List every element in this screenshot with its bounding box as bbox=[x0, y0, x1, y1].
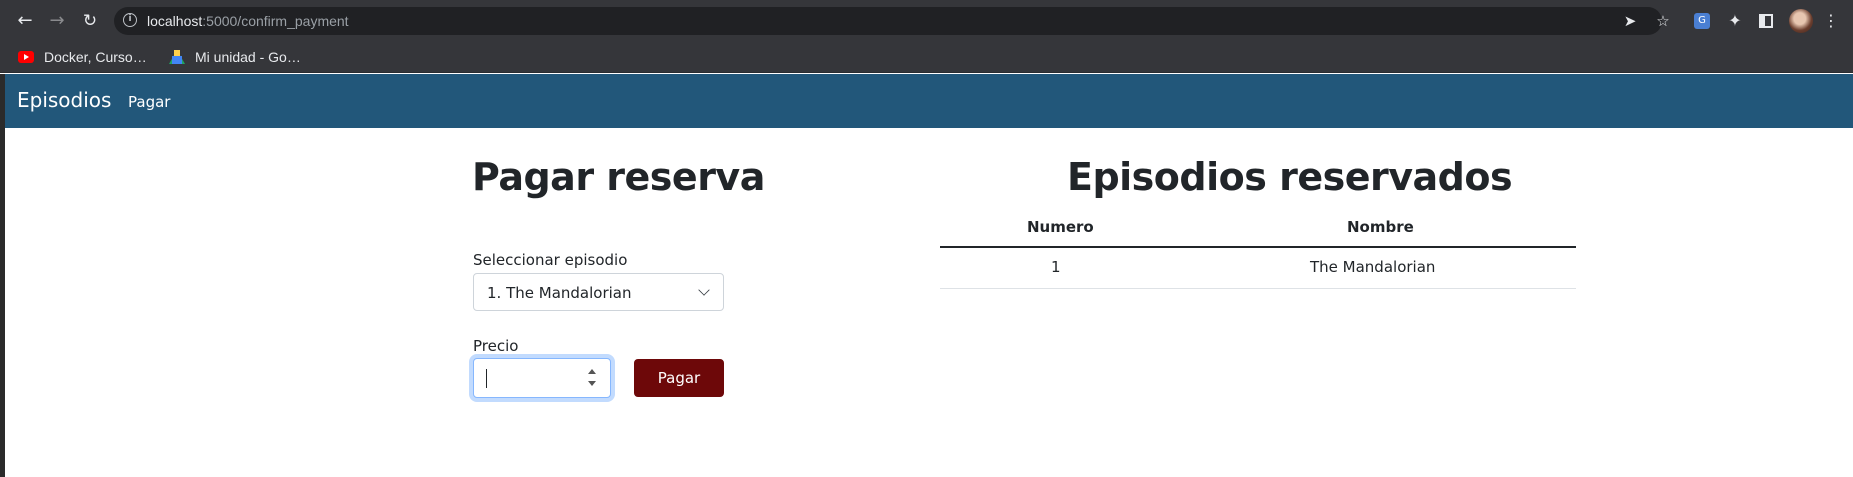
column-header-nombre: Nombre bbox=[1347, 218, 1414, 236]
side-panel-icon[interactable] bbox=[1759, 14, 1773, 28]
bookmark-label: Mi unidad - Go… bbox=[195, 49, 301, 65]
bookmark-label: Docker, Curso… bbox=[44, 49, 147, 65]
bookmarks-bar: Docker, Curso… Mi unidad - Go… bbox=[0, 41, 1853, 73]
chevron-down-icon bbox=[698, 284, 710, 296]
episode-select-value: 1. The Mandalorian bbox=[487, 284, 632, 302]
bookmark-docker[interactable]: Docker, Curso… bbox=[18, 41, 147, 73]
page-title-episodios-reservados: Episodios reservados bbox=[1067, 155, 1513, 199]
pay-button[interactable]: Pagar bbox=[634, 359, 724, 397]
select-episode-label: Seleccionar episodio bbox=[473, 251, 628, 269]
episode-select[interactable]: 1. The Mandalorian bbox=[473, 273, 724, 311]
text-caret bbox=[486, 369, 487, 388]
url-text[interactable]: localhost:5000/confirm_payment bbox=[147, 11, 349, 31]
navbar-brand[interactable]: Episodios bbox=[17, 88, 111, 112]
table-header-divider bbox=[940, 246, 1576, 248]
column-header-numero: Numero bbox=[1027, 218, 1094, 236]
extensions-icon[interactable]: ✦ bbox=[1724, 10, 1746, 32]
menu-kebab-icon[interactable]: ⋮ bbox=[1820, 10, 1842, 32]
cell-numero: 1 bbox=[1051, 258, 1061, 276]
bookmark-mi-unidad[interactable]: Mi unidad - Go… bbox=[169, 41, 301, 73]
translate-icon[interactable]: G bbox=[1694, 13, 1710, 29]
cell-nombre: The Mandalorian bbox=[1310, 258, 1436, 276]
youtube-icon bbox=[18, 51, 34, 63]
spin-down-icon[interactable] bbox=[588, 381, 596, 386]
google-drive-icon bbox=[169, 50, 185, 64]
table-row-divider bbox=[940, 288, 1576, 289]
forward-icon[interactable]: → bbox=[46, 10, 68, 32]
price-input[interactable] bbox=[473, 358, 611, 398]
page-title-pagar-reserva: Pagar reserva bbox=[472, 155, 765, 199]
profile-avatar[interactable] bbox=[1789, 9, 1813, 33]
nav-link-pagar[interactable]: Pagar bbox=[128, 92, 170, 112]
browser-toolbar: ← → ↻ i localhost:5000/confirm_payment ➤… bbox=[0, 0, 1853, 41]
back-icon[interactable]: ← bbox=[14, 10, 36, 32]
spin-up-icon[interactable] bbox=[588, 369, 596, 374]
price-label: Precio bbox=[473, 337, 519, 355]
navbar: Episodios Pagar bbox=[5, 74, 1853, 128]
reload-icon[interactable]: ↻ bbox=[79, 10, 101, 32]
send-icon[interactable]: ➤ bbox=[1619, 10, 1641, 32]
bookmark-star-icon[interactable]: ☆ bbox=[1652, 10, 1674, 32]
site-info-icon[interactable]: i bbox=[123, 13, 137, 27]
page-content: Episodios Pagar Pagar reserva Episodios … bbox=[0, 74, 1853, 477]
